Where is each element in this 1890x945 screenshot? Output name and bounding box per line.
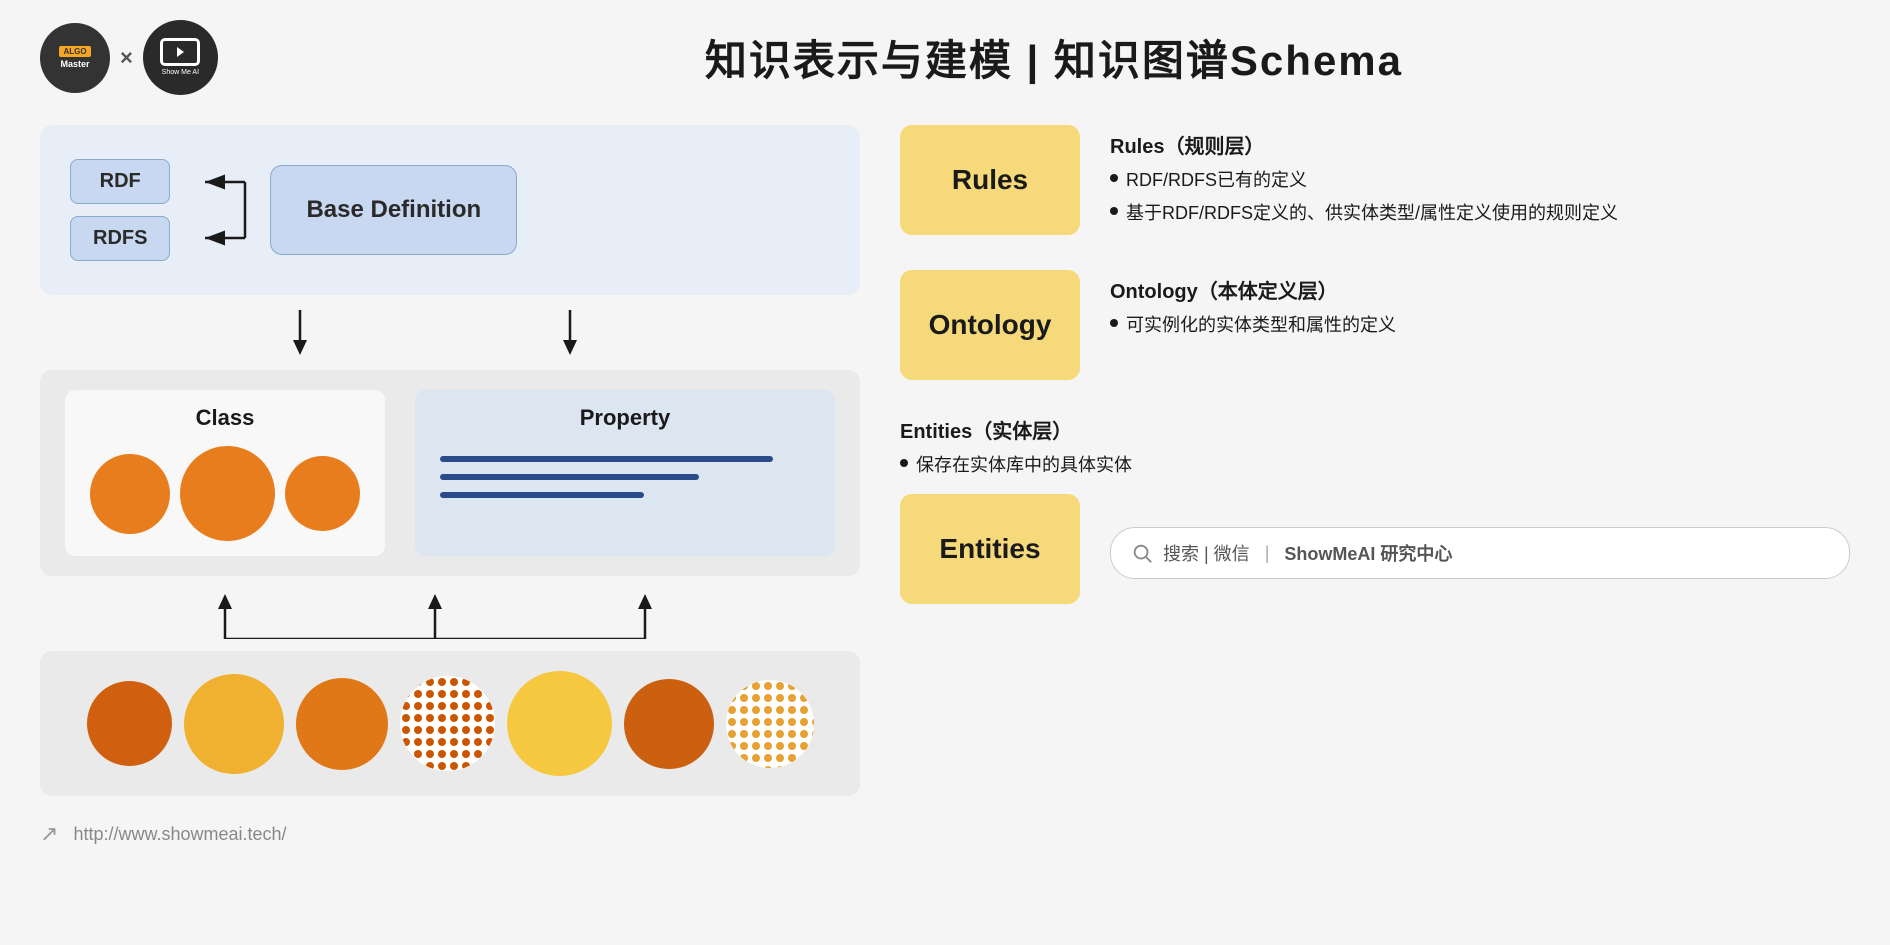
entity-circle-7-dotted [726, 680, 814, 768]
entities-bullet-1: 保存在实体库中的具体实体 [900, 452, 1850, 479]
ontology-bullet-1: 可实例化的实体类型和属性的定义 [1110, 312, 1850, 339]
search-box[interactable]: 搜索 | 微信 | ShowMeAI 研究中心 [1110, 527, 1850, 579]
search-bold-text: ShowMeAI 研究中心 [1284, 540, 1452, 566]
x-divider: × [120, 45, 133, 71]
ontology-box: Class Property [40, 370, 860, 576]
bracket-svg [190, 155, 250, 265]
search-label: 搜索 | 微信 [1163, 540, 1250, 566]
rules-bullet-1: RDF/RDFS已有的定义 [1110, 167, 1850, 194]
ontology-heading: Ontology（本体定义层） [1110, 275, 1850, 304]
entities-search-area: 搜索 | 微信 | ShowMeAI 研究中心 [1110, 519, 1850, 579]
ontology-info-text: Ontology（本体定义层） 可实例化的实体类型和属性的定义 [1110, 270, 1850, 345]
rules-info-row: Rules Rules（规则层） RDF/RDFS已有的定义 基于RDF/RDF… [900, 125, 1850, 235]
entities-badge: Entities [900, 494, 1080, 604]
entities-box [40, 651, 860, 796]
rdfs-box: RDFS [70, 216, 170, 261]
entity-circle-6 [624, 679, 714, 769]
prop-line-3 [440, 492, 644, 498]
search-icon [1131, 542, 1153, 564]
entity-circle-5 [507, 671, 612, 776]
class-section: Class [65, 390, 385, 556]
property-section: Property [415, 390, 835, 556]
logos: ALGO Master × Show Me AI [40, 20, 218, 95]
bullet-dot-2 [1110, 207, 1118, 215]
entities-heading: Entities（实体层） [900, 415, 1850, 444]
bullet-dot-1 [1110, 174, 1118, 182]
rules-inner: RDF RDFS [70, 150, 830, 270]
class-circle-2 [180, 446, 275, 541]
class-circle-3 [285, 456, 360, 531]
entity-circle-3 [296, 678, 388, 770]
class-circle-1 [90, 454, 170, 534]
arrow-bracket [190, 150, 250, 270]
rules-box: RDF RDFS [40, 125, 860, 295]
entity-circle-1 [87, 681, 172, 766]
entity-circle-4-dotted [400, 676, 495, 771]
prop-line-1 [440, 456, 773, 462]
showme-logo: Show Me AI [143, 20, 218, 95]
prop-line-2 [440, 474, 699, 480]
algo-master-logo: ALGO Master [40, 23, 110, 93]
diagram-section: RDF RDFS [40, 125, 860, 925]
base-definition-box: Base Definition [270, 165, 517, 255]
header: ALGO Master × Show Me AI 知识表示与建模 | 知识图谱S… [40, 20, 1850, 95]
bullet-dot-3 [1110, 319, 1118, 327]
entity-circle-2 [184, 674, 284, 774]
rules-info-text: Rules（规则层） RDF/RDFS已有的定义 基于RDF/RDFS定义的、供… [1110, 125, 1850, 233]
class-circles [85, 446, 365, 541]
master-label: Master [60, 59, 89, 69]
rules-bullet-2: 基于RDF/RDFS定义的、供实体类型/属性定义使用的规则定义 [1110, 200, 1850, 227]
entities-badge-row: Entities 搜索 | 微信 | ShowMeAI 研究中心 [900, 494, 1850, 604]
main-container: ALGO Master × Show Me AI 知识表示与建模 | 知识图谱S… [0, 0, 1890, 945]
rdf-box: RDF [70, 159, 170, 204]
showme-icon [160, 38, 200, 66]
class-title: Class [85, 405, 365, 431]
footer-url: http://www.showmeai.tech/ [73, 824, 286, 845]
entities-to-ontology-arrows [40, 591, 860, 636]
ontology-badge: Ontology [900, 270, 1080, 380]
entities-bullet-1-text: 保存在实体库中的具体实体 [916, 452, 1132, 479]
search-divider: | [1265, 543, 1270, 564]
content-area: RDF RDFS [40, 125, 1850, 925]
entities-circles [65, 671, 835, 776]
rules-bullet-1-text: RDF/RDFS已有的定义 [1126, 167, 1307, 194]
property-title: Property [440, 405, 810, 431]
rules-bullet-2-text: 基于RDF/RDFS定义的、供实体类型/属性定义使用的规则定义 [1126, 200, 1618, 227]
rdf-rdfs-stack: RDF RDFS [70, 159, 170, 261]
cursor-icon: ↗ [40, 821, 58, 847]
info-panel: Rules Rules（规则层） RDF/RDFS已有的定义 基于RDF/RDF… [900, 125, 1850, 925]
page-title: 知识表示与建模 | 知识图谱Schema [258, 27, 1850, 88]
rules-badge: Rules [900, 125, 1080, 235]
algo-label: ALGO [59, 46, 90, 57]
ontology-bullet-1-text: 可实例化的实体类型和属性的定义 [1126, 312, 1396, 339]
footer: ↗ http://www.showmeai.tech/ [40, 811, 860, 847]
showme-text: Show Me AI [162, 69, 199, 77]
ontology-inner: Class Property [65, 390, 835, 556]
property-lines [440, 446, 810, 508]
rules-to-ontology-arrow [40, 310, 860, 355]
bullet-dot-4 [900, 459, 908, 467]
entities-section: Entities（实体层） 保存在实体库中的具体实体 Entities [900, 415, 1850, 604]
ontology-info-row: Ontology Ontology（本体定义层） 可实例化的实体类型和属性的定义 [900, 270, 1850, 380]
rules-heading: Rules（规则层） [1110, 130, 1850, 159]
